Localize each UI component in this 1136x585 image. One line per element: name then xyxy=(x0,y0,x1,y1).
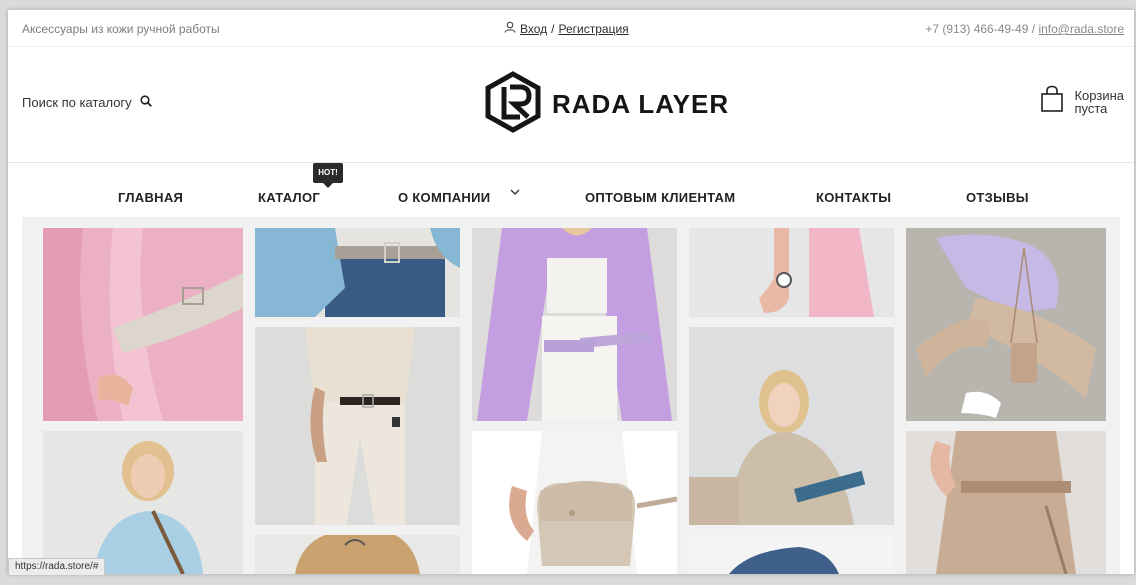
photo-beige-crossbody-bag[interactable] xyxy=(472,431,677,574)
nav-home[interactable]: ГЛАВНАЯ xyxy=(118,190,183,205)
email-link[interactable]: info@rada.store xyxy=(1038,22,1124,36)
nav-about[interactable]: О КОМПАНИИ xyxy=(398,190,490,205)
photo-beige-dress-belt[interactable] xyxy=(906,431,1106,574)
nav-catalog[interactable]: КАТАЛОГ xyxy=(258,190,320,205)
nav-reviews[interactable]: ОТЗЫВЫ xyxy=(966,190,1029,205)
hot-badge: HOT! xyxy=(313,163,343,188)
cart-widget[interactable]: Корзина пуста xyxy=(1040,85,1124,118)
nav-contacts[interactable]: КОНТАКТЫ xyxy=(816,190,891,205)
auth-separator: / xyxy=(551,21,555,36)
status-bar-url: https://rada.store/# xyxy=(8,558,106,576)
photo-lavender-shirt[interactable] xyxy=(472,228,677,421)
brand-name: RADA LAYER xyxy=(552,89,730,119)
shopping-bag-icon xyxy=(1040,85,1064,118)
main-navigation: HOT! ГЛАВНАЯ КАТАЛОГ О КОМПАНИИ ОПТОВЫМ … xyxy=(8,163,1134,217)
cart-status: Корзина пуста xyxy=(1074,89,1124,115)
search-icon[interactable] xyxy=(140,95,152,110)
nav-wholesale[interactable]: ОПТОВЫМ КЛИЕНТАМ xyxy=(585,190,735,205)
user-icon xyxy=(504,21,516,36)
logo-mark-icon xyxy=(484,71,542,138)
photo-white-outfit-belt[interactable] xyxy=(255,327,460,525)
cart-label: Корзина xyxy=(1074,87,1124,103)
top-info-bar: Аксессуары из кожи ручной работы Вход / … xyxy=(8,10,1134,47)
auth-links: Вход / Регистрация xyxy=(504,21,629,36)
login-link[interactable]: Вход xyxy=(520,22,547,36)
catalog-search[interactable]: Поиск по каталогу xyxy=(22,95,152,110)
photo-pink-suit-belt[interactable] xyxy=(43,228,243,421)
register-link[interactable]: Регистрация xyxy=(559,22,629,36)
photo-phone-case-lilac-top[interactable] xyxy=(906,228,1106,421)
contact-info: +7 (913) 466-49-49 / info@rada.store xyxy=(925,22,1124,36)
photo-blonde-blue-shirt[interactable] xyxy=(43,431,243,574)
photo-blue-bag-partial[interactable] xyxy=(689,535,894,574)
photo-denim-belt[interactable] xyxy=(255,228,460,317)
product-photo-grid xyxy=(22,217,1120,574)
site-header: Поиск по каталогу RADA LAYER Корзина пус… xyxy=(8,47,1134,163)
photo-blonde-beige-jacket[interactable] xyxy=(689,327,894,525)
browser-page: Аксессуары из кожи ручной работы Вход / … xyxy=(8,10,1134,574)
chevron-down-icon[interactable] xyxy=(510,183,520,201)
store-tagline: Аксессуары из кожи ручной работы xyxy=(22,22,220,36)
phone-number[interactable]: +7 (913) 466-49-49 xyxy=(925,22,1028,36)
search-label: Поиск по каталогу xyxy=(22,95,132,110)
photo-bag-partial[interactable] xyxy=(255,535,460,574)
contact-separator: / xyxy=(1031,22,1036,36)
cart-empty-label: пуста xyxy=(1074,100,1108,116)
photo-watch-hand[interactable] xyxy=(689,228,894,317)
brand-logo[interactable]: RADA LAYER xyxy=(484,71,729,138)
